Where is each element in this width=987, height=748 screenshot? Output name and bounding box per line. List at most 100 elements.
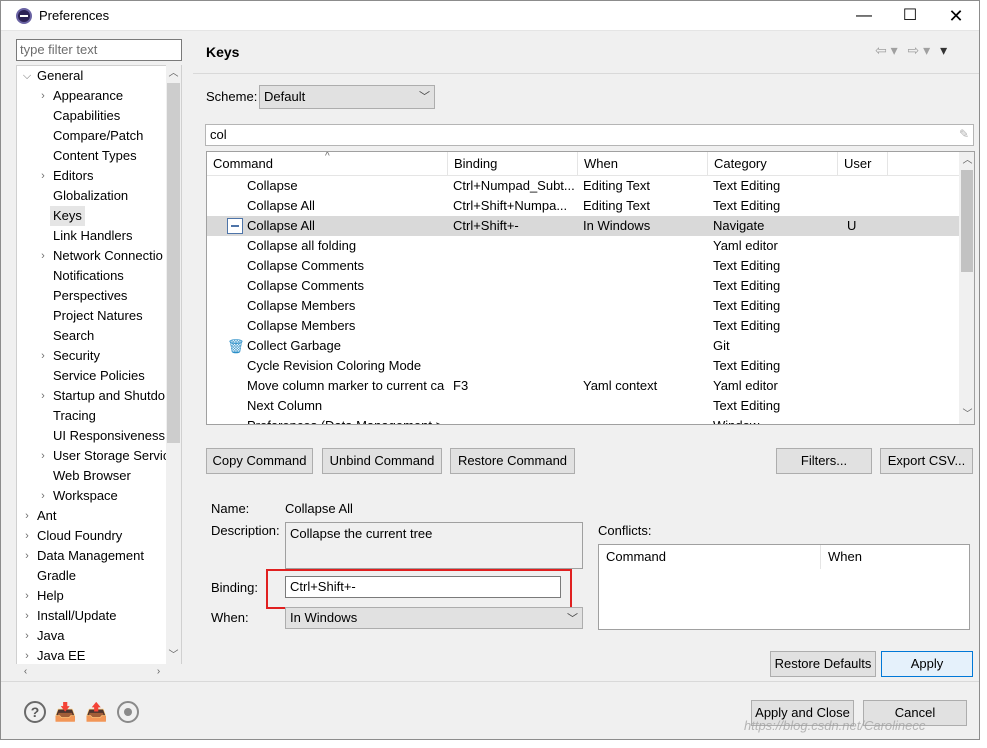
tree-item[interactable]: › Workspace [17,486,167,506]
cell-category: Navigate [713,218,765,233]
table-row[interactable]: Collapse Members Text Editing [207,316,959,336]
tree-item[interactable]: › Java [17,626,167,646]
chevron-right-icon[interactable]: › [37,346,49,366]
table-row[interactable]: 🗑 Collect Garbage Git [207,336,959,356]
tree-item[interactable]: Search [17,326,167,346]
tree-item[interactable]: Perspectives [17,286,167,306]
scheme-select[interactable]: Default ﹀ [259,85,435,109]
table-row[interactable]: Collapse All Ctrl+Shift+- In Windows Naviga… [207,216,959,236]
tree-item[interactable]: Keys [17,206,167,226]
scroll-up-icon[interactable]: ︿ [166,66,181,82]
chevron-right-icon[interactable]: › [37,446,49,466]
table-vertical-scrollbar[interactable]: ︿ ﹀ [959,152,974,424]
table-row[interactable]: Collapse all folding Yaml editor [207,236,959,256]
chevron-right-icon[interactable]: › [21,526,33,546]
scroll-up-icon[interactable]: ︿ [960,153,974,169]
command-search-input[interactable]: col ✎ [205,124,974,146]
tree-item[interactable]: › Network Connectio [17,246,167,266]
table-row[interactable]: Collapse Ctrl+Numpad_Subt... Editing Text T… [207,176,959,196]
chevron-right-icon[interactable]: › [21,606,33,626]
close-button[interactable]: ✕ [933,1,979,31]
table-row[interactable]: Move column marker to current ca F3 Yaml c… [207,376,959,396]
description-field[interactable]: Collapse the current tree [285,522,583,569]
tree-item[interactable]: › Data Management [17,546,167,566]
export-csv-button[interactable]: Export CSV... [880,448,973,474]
table-scroll-thumb[interactable] [961,170,973,272]
chevron-right-icon[interactable]: › [37,166,49,186]
table-row[interactable]: Preferences (Data Management > Window [207,416,959,424]
scroll-down-icon[interactable]: ﹀ [960,407,974,423]
tree-item[interactable]: › Help [17,586,167,606]
import-icon[interactable]: 📥 [54,701,76,723]
tree-item[interactable]: Tracing [17,406,167,426]
tree-item[interactable]: › Install/Update [17,606,167,626]
conflicts-column-command[interactable]: Command [599,545,821,569]
column-category[interactable]: Category [708,152,838,176]
table-row[interactable]: Collapse All Ctrl+Shift+Numpa... Editing T… [207,196,959,216]
copy-command-button[interactable]: Copy Command [206,448,313,474]
view-menu-icon[interactable]: ▾ [940,42,947,58]
chevron-right-icon[interactable]: › [21,626,33,646]
chevron-down-icon[interactable]: ⌵ [21,66,33,86]
tree-item[interactable]: › Editors [17,166,167,186]
tree-item[interactable]: › Startup and Shutdo [17,386,167,406]
filter-input[interactable]: type filter text [16,39,182,61]
tree-scroll-thumb[interactable] [167,83,180,443]
column-user[interactable]: User [838,152,888,176]
tree-item[interactable]: › Ant [17,506,167,526]
help-icon[interactable]: ? [24,701,46,723]
restore-defaults-button[interactable]: Restore Defaults [770,651,876,677]
conflicts-column-when[interactable]: When [821,545,969,569]
chevron-right-icon[interactable]: › [21,506,33,526]
table-row[interactable]: Collapse Comments Text Editing [207,276,959,296]
chevron-right-icon[interactable]: › [37,486,49,506]
back-arrow-icon[interactable]: ⇦ ▾ [875,42,898,58]
tree-item[interactable]: › Security [17,346,167,366]
chevron-right-icon[interactable]: › [37,246,49,266]
maximize-button[interactable]: ☐ [887,1,933,31]
record-icon[interactable] [117,701,139,723]
scroll-down-icon[interactable]: ﹀ [166,648,181,664]
tree-item[interactable]: Link Handlers [17,226,167,246]
clear-search-icon[interactable]: ✎ [959,127,969,141]
tree-item[interactable]: › Appearance [17,86,167,106]
tree-item[interactable]: Service Policies [17,366,167,386]
tree-item[interactable]: › Java EE [17,646,167,664]
tree-item[interactable]: Capabilities [17,106,167,126]
table-row[interactable]: Collapse Comments Text Editing [207,256,959,276]
chevron-right-icon[interactable]: › [37,386,49,406]
tree-item[interactable]: Notifications [17,266,167,286]
chevron-right-icon[interactable]: › [21,546,33,566]
chevron-right-icon[interactable]: › [21,586,33,606]
scroll-right-icon[interactable]: › [151,664,166,680]
tree-item[interactable]: Project Natures [17,306,167,326]
column-when[interactable]: When [578,152,708,176]
tree-item[interactable]: Content Types [17,146,167,166]
when-select[interactable]: In Windows ﹀ [285,607,583,629]
forward-arrow-icon[interactable]: ⇨ ▾ [908,42,931,58]
chevron-right-icon[interactable]: › [21,646,33,664]
tree-horizontal-scrollbar[interactable]: ‹ › [16,664,182,681]
chevron-right-icon[interactable]: › [37,86,49,106]
apply-button[interactable]: Apply [881,651,973,677]
unbind-command-button[interactable]: Unbind Command [322,448,442,474]
table-row[interactable]: Next Column Text Editing [207,396,959,416]
export-icon[interactable]: 📤 [85,701,107,723]
column-binding[interactable]: Binding [448,152,578,176]
tree-item[interactable]: UI Responsiveness [17,426,167,446]
filters-button[interactable]: Filters... [776,448,872,474]
restore-command-button[interactable]: Restore Command [450,448,575,474]
column-command[interactable]: Command ^ [207,152,448,176]
scroll-left-icon[interactable]: ‹ [18,664,33,680]
tree-item[interactable]: › Cloud Foundry [17,526,167,546]
tree-vertical-scrollbar[interactable]: ︿ ﹀ [166,65,181,665]
tree-item[interactable]: ⌵ General [17,66,167,86]
tree-item[interactable]: › User Storage Servic [17,446,169,466]
tree-item[interactable]: Web Browser [17,466,167,486]
tree-item[interactable]: Compare/Patch [17,126,167,146]
minimize-button[interactable]: — [841,1,887,31]
table-row[interactable]: Cycle Revision Coloring Mode Text Editing [207,356,959,376]
tree-item[interactable]: Gradle [17,566,167,586]
table-row[interactable]: Collapse Members Text Editing [207,296,959,316]
tree-item[interactable]: Globalization [17,186,167,206]
